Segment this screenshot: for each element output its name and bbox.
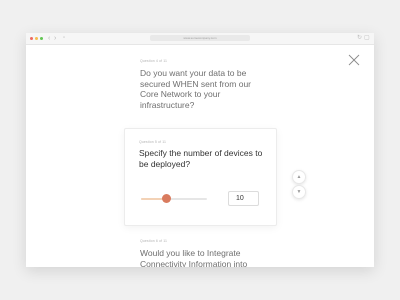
address-bar[interactable]: www.somecompany.com bbox=[150, 35, 250, 41]
back-icon[interactable]: ‹ bbox=[48, 34, 50, 43]
chevron-down-icon: ▼ bbox=[296, 189, 302, 195]
minimize-window-dot[interactable] bbox=[35, 37, 38, 40]
previous-question-button[interactable]: ▲ bbox=[292, 170, 306, 184]
question-4-text: Do you want your data to be secured WHEN… bbox=[140, 68, 252, 110]
browser-toolbar: ‹ › ▫ www.somecompany.com ↻ ▢ bbox=[26, 33, 374, 45]
slider-thumb[interactable] bbox=[161, 194, 171, 203]
question-5-text: Specify the number of devices to be depl… bbox=[139, 148, 263, 169]
question-6-text: Would you like to Integrate Connectivity… bbox=[140, 248, 248, 267]
browser-window: ‹ › ▫ www.somecompany.com ↻ ▢ Question 4… bbox=[26, 33, 374, 267]
question-5-counter: Question 5 of 11 bbox=[139, 140, 167, 144]
question-6-counter: Question 6 of 11 bbox=[140, 239, 168, 243]
active-question-card: Question 5 of 11 Specify the number of d… bbox=[124, 128, 277, 226]
reload-icon[interactable]: ↻ bbox=[357, 34, 362, 43]
share-icon[interactable]: ▢ bbox=[364, 34, 370, 43]
close-icon[interactable] bbox=[347, 53, 361, 67]
question-4-counter: Question 4 of 11 bbox=[140, 59, 168, 63]
forward-icon[interactable]: › bbox=[54, 34, 56, 43]
sidebar-icon[interactable]: ▫ bbox=[63, 34, 65, 43]
next-question-button[interactable]: ▼ bbox=[292, 185, 306, 199]
device-count-slider-track[interactable] bbox=[141, 198, 207, 200]
device-count-input[interactable] bbox=[228, 191, 259, 206]
maximize-window-dot[interactable] bbox=[40, 37, 43, 40]
close-window-dot[interactable] bbox=[30, 37, 33, 40]
chevron-up-icon: ▲ bbox=[296, 174, 302, 180]
